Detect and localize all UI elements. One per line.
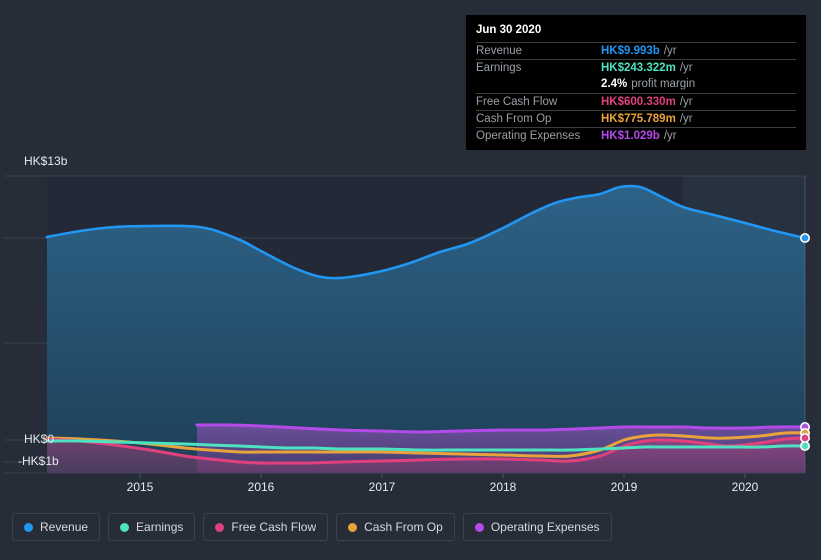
- tooltip-key-free-cash-flow: Free Cash Flow: [476, 95, 558, 108]
- legend-item-cash-from-op[interactable]: Cash From Op: [336, 513, 455, 541]
- tooltip-key-revenue: Revenue: [476, 44, 523, 57]
- tooltip-row-free-cash-flow: Free Cash Flow HK$600.330m /yr: [476, 93, 796, 110]
- y-tick-label-1: HK$0: [24, 432, 55, 446]
- tooltip-value-free-cash-flow: HK$600.330m: [601, 95, 676, 108]
- chart-screenshot: HK$13b HK$0 -HK$1b 2015 2016 2017 2018 2…: [0, 0, 821, 560]
- tooltip-row-revenue: Revenue HK$9.993b /yr: [476, 42, 796, 59]
- x-tick-label-2019: 2019: [610, 480, 638, 494]
- legend-item-earnings[interactable]: Earnings: [108, 513, 196, 541]
- legend-label-cash-from-op: Cash From Op: [364, 520, 443, 534]
- legend-dot-revenue-icon: [24, 522, 33, 532]
- legend-label-operating-expenses: Operating Expenses: [490, 520, 600, 534]
- legend-dot-operating-expenses-icon: [474, 522, 484, 532]
- legend-item-revenue[interactable]: Revenue: [12, 513, 101, 541]
- y-tick-label-0: HK$13b: [24, 154, 68, 168]
- tooltip-row-cash-from-op: Cash From Op HK$775.789m /yr: [476, 110, 796, 127]
- legend-label-free-cash-flow: Free Cash Flow: [231, 520, 317, 534]
- legend-label-revenue: Revenue: [40, 520, 89, 534]
- tooltip-value-cash-from-op: HK$775.789m: [601, 112, 676, 125]
- chart-legend: Revenue Earnings Free Cash Flow Cash Fro…: [12, 513, 612, 541]
- tooltip-row-operating-expenses: Operating Expenses HK$1.029b /yr: [476, 127, 796, 144]
- legend-item-free-cash-flow[interactable]: Free Cash Flow: [203, 513, 329, 541]
- legend-item-operating-expenses[interactable]: Operating Expenses: [462, 513, 612, 541]
- tooltip-key-operating-expenses: Operating Expenses: [476, 129, 581, 142]
- tooltip-unit-earnings: /yr: [679, 61, 693, 74]
- y-tick-label-2: -HK$1b: [18, 454, 59, 468]
- tooltip-value-earnings: HK$243.322m: [601, 61, 676, 74]
- legend-dot-cash-from-op-icon: [348, 522, 358, 532]
- tooltip-unit-revenue: /yr: [663, 44, 677, 57]
- tooltip-date: Jun 30 2020: [476, 24, 542, 36]
- tooltip-value-profit-margin: 2.4%: [601, 78, 628, 90]
- tooltip-key-cash-from-op: Cash From Op: [476, 112, 552, 125]
- chart-tooltip: Jun 30 2020 Revenue HK$9.993b /yr Earnin…: [466, 15, 806, 150]
- x-tick-label-2018: 2018: [489, 480, 517, 494]
- tooltip-unit-cash-from-op: /yr: [679, 112, 693, 125]
- x-tick-label-2016: 2016: [247, 480, 275, 494]
- legend-label-earnings: Earnings: [136, 520, 184, 534]
- x-tick-label-2017: 2017: [368, 480, 396, 494]
- legend-dot-free-cash-flow-icon: [215, 522, 225, 532]
- x-tick-label-2015: 2015: [126, 480, 154, 494]
- tooltip-key-earnings: Earnings: [476, 61, 522, 74]
- tooltip-unit-free-cash-flow: /yr: [679, 95, 693, 108]
- tooltip-unit-profit-margin: profit margin: [631, 78, 696, 90]
- tooltip-unit-operating-expenses: /yr: [663, 129, 677, 142]
- tooltip-value-operating-expenses: HK$1.029b: [601, 129, 660, 142]
- tooltip-value-revenue: HK$9.993b: [601, 44, 660, 57]
- x-tick-label-2020: 2020: [731, 480, 759, 494]
- tooltip-row-profit-margin: 2.4% profit margin: [476, 76, 796, 93]
- tooltip-row-earnings: Earnings HK$243.322m /yr: [476, 59, 796, 76]
- legend-dot-earnings-icon: [120, 522, 130, 532]
